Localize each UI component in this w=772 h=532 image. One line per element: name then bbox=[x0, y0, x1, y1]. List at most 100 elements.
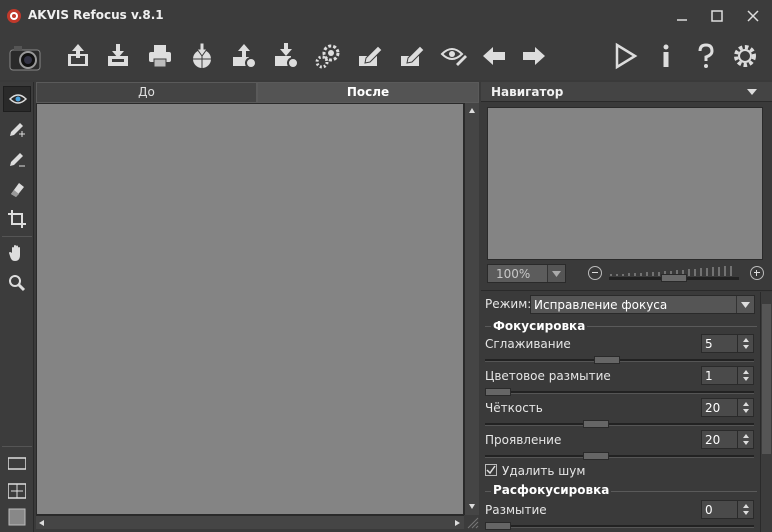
batch-button[interactable] bbox=[226, 38, 262, 74]
smoothing-spinbox[interactable]: 5 bbox=[701, 334, 754, 353]
split-view-icon bbox=[8, 483, 26, 499]
zoom-value: 100% bbox=[496, 267, 531, 281]
blur-slider-thumb[interactable] bbox=[485, 522, 511, 530]
manifestation-value: 20 bbox=[705, 433, 721, 447]
blur-spinbox[interactable]: 0 bbox=[701, 500, 754, 519]
focus-area-tool[interactable] bbox=[3, 86, 31, 112]
smoothing-label: Сглаживание bbox=[485, 337, 571, 351]
title-bar: AKVIS Refocus v.8.1 bbox=[0, 0, 772, 32]
color-blur-label: Цветовое размытие bbox=[485, 369, 611, 383]
color-blur-slider[interactable] bbox=[485, 388, 754, 397]
tab-before[interactable]: До bbox=[36, 82, 257, 103]
eraser-tool[interactable] bbox=[3, 176, 31, 202]
tool-separator bbox=[2, 236, 32, 237]
remove-noise-checkbox[interactable] bbox=[485, 464, 497, 476]
view-single-button[interactable] bbox=[3, 450, 31, 476]
pencil-plus-tool[interactable] bbox=[3, 116, 31, 142]
settings-button[interactable] bbox=[727, 38, 763, 74]
tab-after[interactable]: После bbox=[257, 82, 479, 103]
print-button[interactable] bbox=[142, 38, 178, 74]
zoom-dropdown-button[interactable] bbox=[547, 265, 565, 282]
camera-icon bbox=[9, 46, 41, 71]
settings-scroll-thumb[interactable] bbox=[762, 304, 771, 454]
forward-button[interactable] bbox=[516, 38, 552, 74]
manifestation-spinbox[interactable]: 20 bbox=[701, 430, 754, 449]
zoom-out-button[interactable] bbox=[588, 266, 602, 280]
manifestation-slider-thumb[interactable] bbox=[583, 452, 609, 460]
chevron-down-icon bbox=[741, 302, 750, 308]
edit2-button[interactable] bbox=[394, 38, 430, 74]
tool-panel bbox=[0, 82, 34, 532]
sharpness-stepper[interactable] bbox=[737, 399, 753, 416]
mode-dropdown-button[interactable] bbox=[736, 296, 754, 313]
help-icon bbox=[698, 43, 714, 68]
smoothing-stepper[interactable] bbox=[737, 335, 753, 352]
gear-icon bbox=[315, 44, 340, 69]
save-icon bbox=[108, 44, 128, 66]
color-blur-stepper[interactable] bbox=[737, 367, 753, 384]
updown-icon bbox=[743, 504, 749, 515]
forward-icon bbox=[523, 47, 545, 65]
maximize-icon bbox=[711, 10, 723, 22]
pencil-minus-tool[interactable] bbox=[3, 146, 31, 172]
color-swatch-icon bbox=[8, 508, 26, 526]
blur-label: Размытие bbox=[485, 503, 547, 517]
manifestation-slider[interactable] bbox=[485, 452, 754, 461]
settings-scrollbar[interactable] bbox=[760, 292, 772, 532]
updown-icon bbox=[743, 338, 749, 349]
color-blur-value: 1 bbox=[705, 369, 713, 383]
checkmark-icon bbox=[486, 465, 496, 475]
image-canvas[interactable] bbox=[36, 103, 464, 515]
edit-button[interactable] bbox=[352, 38, 388, 74]
run-icon bbox=[615, 42, 638, 70]
minimize-button[interactable] bbox=[666, 4, 698, 28]
navigator-header[interactable]: Навигатор bbox=[481, 82, 772, 102]
back-button[interactable] bbox=[476, 38, 512, 74]
help-button[interactable] bbox=[688, 38, 724, 74]
background-color-button[interactable] bbox=[3, 504, 31, 530]
mode-select[interactable]: Исправление фокуса bbox=[530, 295, 755, 314]
view-split-button[interactable] bbox=[3, 478, 31, 504]
color-blur-slider-thumb[interactable] bbox=[485, 388, 511, 396]
resize-grip[interactable] bbox=[464, 515, 479, 529]
toolbar bbox=[0, 32, 772, 80]
publish-button[interactable] bbox=[184, 38, 220, 74]
crop-tool[interactable] bbox=[3, 206, 31, 232]
hand-tool[interactable] bbox=[3, 240, 31, 266]
zoom-in-button[interactable] bbox=[750, 266, 764, 280]
close-icon bbox=[747, 10, 759, 22]
sharpness-slider-thumb[interactable] bbox=[583, 420, 609, 428]
sharpness-spinbox[interactable]: 20 bbox=[701, 398, 754, 417]
maximize-button[interactable] bbox=[701, 4, 733, 28]
zoom-slider[interactable] bbox=[609, 264, 739, 282]
open-button[interactable] bbox=[60, 38, 96, 74]
smoothing-slider[interactable] bbox=[485, 356, 754, 365]
sharpness-slider[interactable] bbox=[485, 420, 754, 429]
zoom-select[interactable]: 100% bbox=[487, 264, 566, 283]
crop-icon bbox=[8, 210, 26, 228]
manifestation-stepper[interactable] bbox=[737, 431, 753, 448]
batch-settings-button[interactable] bbox=[268, 38, 304, 74]
camera-button[interactable] bbox=[4, 38, 44, 74]
canvas-horizontal-scrollbar[interactable] bbox=[36, 515, 464, 529]
scroll-arrows-icon bbox=[469, 108, 475, 509]
print-icon bbox=[149, 45, 171, 68]
navigator-preview[interactable] bbox=[487, 107, 763, 260]
info-button[interactable] bbox=[648, 38, 684, 74]
save-button[interactable] bbox=[100, 38, 136, 74]
close-button[interactable] bbox=[737, 4, 769, 28]
zoom-slider-thumb[interactable] bbox=[661, 274, 687, 282]
sharpness-value: 20 bbox=[705, 401, 721, 415]
zoom-tool[interactable] bbox=[3, 270, 31, 296]
eye-pen-button[interactable] bbox=[436, 38, 472, 74]
sharpness-label: Чёткость bbox=[485, 401, 543, 415]
canvas-vertical-scrollbar[interactable] bbox=[464, 103, 479, 515]
run-button[interactable] bbox=[606, 38, 642, 74]
blur-stepper[interactable] bbox=[737, 501, 753, 518]
settings-icon bbox=[734, 45, 756, 67]
smoothing-slider-thumb[interactable] bbox=[594, 356, 620, 364]
preferences-button[interactable] bbox=[310, 38, 346, 74]
pencil-minus-icon bbox=[10, 153, 25, 167]
blur-slider[interactable] bbox=[485, 522, 754, 531]
color-blur-spinbox[interactable]: 1 bbox=[701, 366, 754, 385]
